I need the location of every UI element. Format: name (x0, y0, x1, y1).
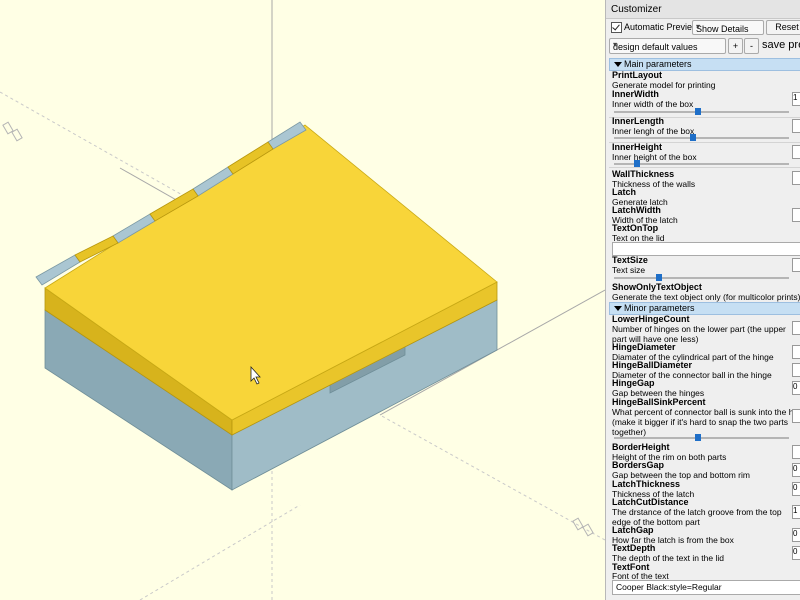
param-text-on-top-name: TextOnTop (612, 223, 659, 233)
borders-gap-value: 0 (793, 464, 798, 473)
slider-thumb[interactable] (695, 108, 701, 115)
param-lower-hinge-count-desc: Number of hinges on the lower part (the … (612, 324, 786, 334)
auto-preview-label: Automatic Preview (624, 22, 699, 32)
slider-thumb[interactable] (656, 274, 662, 281)
section-minor-label: Minor parameters (624, 303, 695, 313)
param-latch-cut-distance-desc: The drstance of the latch groove from th… (612, 507, 782, 517)
chevron-down-icon: ▾ (613, 40, 618, 49)
param-hinge-ball-diameter-name: HingeBallDiameter (612, 360, 693, 370)
text-font-value: Cooper Black:style=Regular (616, 582, 722, 592)
save-preset-button[interactable]: save pre (762, 39, 800, 51)
latch-gap-field[interactable]: 0 (792, 528, 800, 542)
remove-preset-button[interactable]: - (744, 38, 759, 54)
param-wall-thickness-name: WallThickness (612, 169, 675, 179)
section-main-label: Main parameters (624, 59, 692, 69)
text-size-slider[interactable] (614, 274, 789, 281)
preset-bar: design default values ▾ + - save pre (606, 37, 800, 57)
param-hinge-ball-sink-desc-3: together) (612, 427, 647, 437)
hinge-diameter-field[interactable] (792, 345, 800, 359)
inner-length-slider[interactable] (614, 134, 789, 141)
latch-gap-value: 0 (793, 529, 798, 538)
param-inner-length-name: InnerLength (612, 116, 664, 126)
param-latch-gap-name: LatchGap (612, 525, 654, 535)
param-lower-hinge-count-name: LowerHingeCount (612, 314, 690, 324)
text-depth-field[interactable]: 0 (792, 546, 800, 560)
param-hinge-ball-sink-desc-2: (make it bigger if it's hard to snap the… (612, 417, 788, 427)
details-select[interactable]: Show Details ▾ (692, 20, 764, 35)
divider (609, 167, 800, 168)
param-latch-name: Latch (612, 187, 637, 197)
hinge-gap-field[interactable]: 0 (792, 381, 800, 395)
param-inner-length-desc: Inner lengh of the box (612, 126, 695, 136)
hinge-ball-diameter-field[interactable] (792, 363, 800, 377)
auto-preview-checkbox[interactable] (611, 22, 622, 33)
latch-thickness-field[interactable]: 0 (792, 482, 800, 496)
param-inner-width-desc: Inner width of the box (612, 99, 694, 109)
3d-viewport[interactable] (0, 0, 605, 600)
param-hinge-ball-sink-name: HingeBallSinkPercent (612, 397, 706, 407)
text-depth-value: 0 (793, 547, 798, 556)
hinge-ball-sink-slider[interactable] (614, 434, 789, 441)
border-height-field[interactable] (792, 445, 800, 459)
param-borders-gap-name: BordersGap (612, 460, 665, 470)
add-label: + (732, 41, 739, 51)
text-size-field[interactable] (792, 258, 800, 272)
customizer-toolbar: Automatic Preview Show Details ▾ Reset (606, 19, 800, 37)
param-latch-thickness-name: LatchThickness (612, 479, 681, 489)
latch-cut-distance-field[interactable]: 1 (792, 505, 800, 519)
customizer-panel: Customizer Automatic Preview Show Detail… (605, 0, 800, 600)
model-render[interactable] (0, 0, 605, 600)
remove-label: - (750, 41, 753, 51)
latch-cut-distance-value: 1 (793, 506, 798, 515)
param-latch-width-name: LatchWidth (612, 205, 661, 215)
lower-hinge-count-field[interactable] (792, 321, 800, 335)
inner-height-field[interactable] (792, 145, 800, 159)
slider-thumb[interactable] (695, 434, 701, 441)
param-hinge-diameter-name: HingeDiameter (612, 342, 676, 352)
latch-thickness-value: 0 (793, 483, 798, 492)
param-text-depth-name: TextDepth (612, 543, 656, 553)
slider-thumb[interactable] (690, 134, 696, 141)
param-text-size-name: TextSize (612, 255, 648, 265)
param-inner-height-desc: Inner height of the box (612, 152, 697, 162)
param-border-height-name: BorderHeight (612, 442, 670, 452)
panel-title-bar: Customizer (606, 0, 800, 19)
text-font-select[interactable]: Cooper Black:style=Regular (612, 580, 800, 595)
reset-label: Reset (775, 22, 799, 32)
param-show-only-text-name: ShowOnlyTextObject (612, 282, 702, 292)
add-preset-button[interactable]: + (728, 38, 743, 54)
inner-width-slider[interactable] (614, 108, 789, 115)
param-hinge-gap-name: HingeGap (612, 378, 655, 388)
text-on-top-input[interactable] (612, 242, 800, 256)
slider-thumb[interactable] (634, 160, 640, 167)
triangle-down-icon (614, 306, 622, 311)
latch-width-field[interactable] (792, 208, 800, 222)
hinge-gap-value: 0 (793, 382, 798, 391)
inner-width-value: 1 (793, 93, 798, 102)
inner-width-field[interactable]: 1 (792, 92, 800, 106)
preset-select[interactable]: design default values ▾ (609, 38, 726, 54)
inner-length-field[interactable] (792, 119, 800, 133)
param-hinge-ball-sink-desc: What percent of connector ball is sunk i… (612, 407, 800, 417)
param-show-only-text-desc: Generate the text object only (for multi… (612, 292, 800, 302)
inner-height-slider[interactable] (614, 160, 789, 167)
param-print-layout-name: PrintLayout (612, 70, 663, 80)
param-inner-width-name: InnerWidth (612, 89, 659, 99)
borders-gap-field[interactable]: 0 (792, 463, 800, 477)
param-inner-height-name: InnerHeight (612, 142, 663, 152)
panel-title: Customizer (611, 4, 662, 15)
param-text-size-desc: Text size (612, 265, 646, 275)
wall-thickness-field[interactable] (792, 171, 800, 185)
param-latch-cut-distance-name: LatchCutDistance (612, 497, 689, 507)
reset-button[interactable]: Reset (766, 20, 800, 35)
hinge-ball-sink-field[interactable] (792, 409, 800, 423)
chevron-down-icon: ▾ (696, 22, 701, 31)
triangle-down-icon (614, 62, 622, 67)
